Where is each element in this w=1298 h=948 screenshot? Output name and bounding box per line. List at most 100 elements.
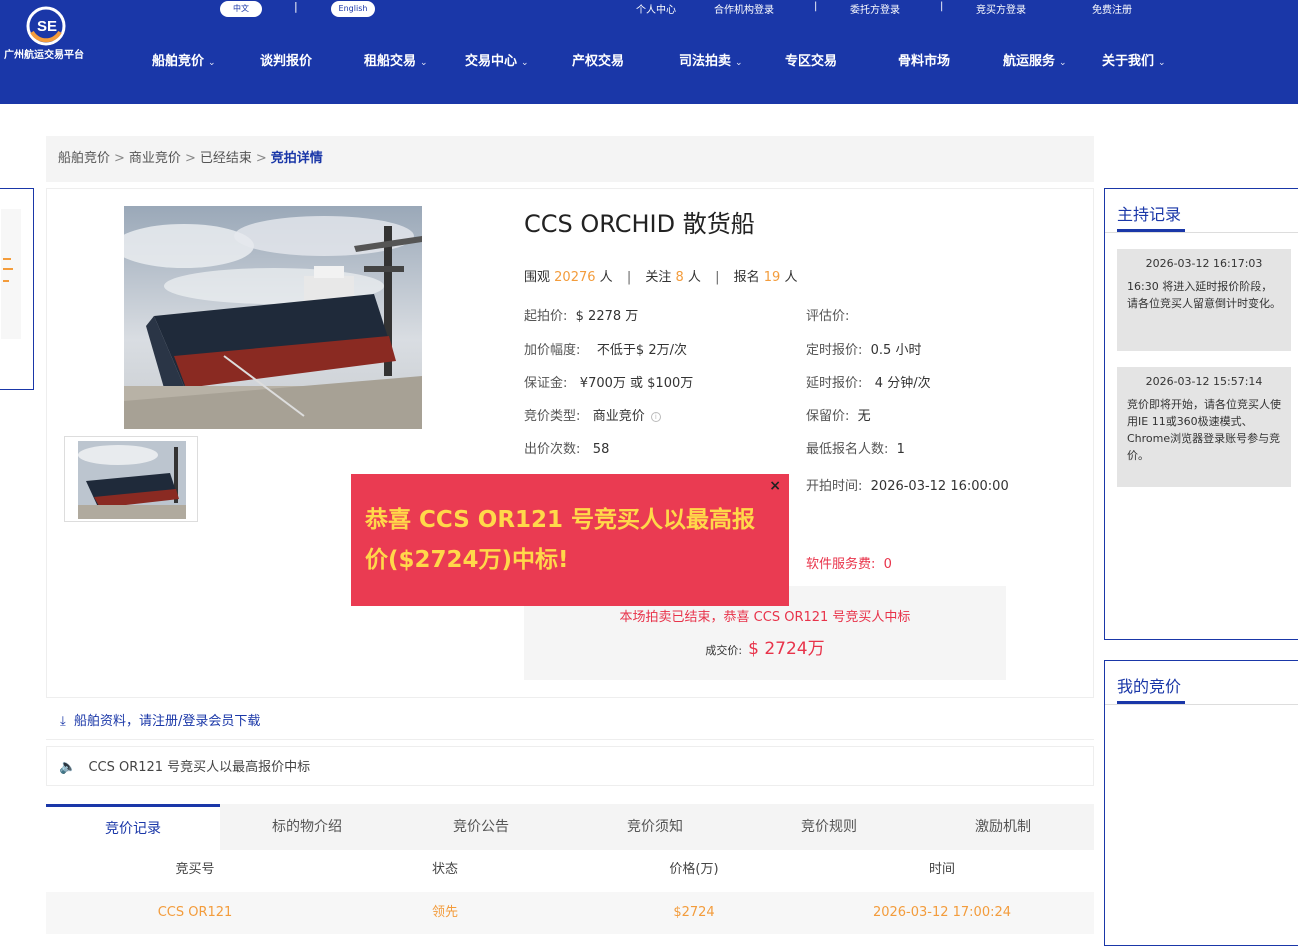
cell-time: 2026-03-12 17:00:24	[872, 905, 1012, 920]
logo[interactable]: SE 广州航运交易平台	[4, 4, 94, 62]
field-start-price: 起拍价: $ 2278 万	[524, 305, 638, 324]
lang-chinese-button[interactable]: 中文	[220, 1, 262, 17]
toplink-separator: |	[940, 1, 944, 12]
follow-label: 关注	[645, 270, 672, 285]
views-label: 围观	[524, 270, 551, 285]
nav-shipping-service[interactable]: 航运服务 ⌄	[1003, 50, 1067, 69]
field-label: 加价幅度:	[524, 343, 581, 358]
ship-docs-download[interactable]: ⤓ 船舶资料，请注册/登录会员下载	[46, 704, 1094, 740]
nav-charter[interactable]: 租船交易 ⌄	[364, 50, 428, 69]
nav-label: 关于我们	[1102, 54, 1155, 69]
result-message: 本场拍卖已结束，恭喜 CCS OR121 号竞买人中标	[619, 610, 911, 625]
field-label: 起拍价:	[524, 309, 568, 324]
info-icon[interactable]: i	[650, 411, 661, 422]
field-label: 保证金:	[524, 376, 568, 391]
top-header: SE 广州航运交易平台 中文 | English 个人中心 合作机构登录 | 委…	[0, 0, 1298, 104]
field-delay-bid: 延时报价: 4 分钟/次	[806, 372, 931, 391]
field-label: 出价次数:	[524, 442, 581, 457]
breadcrumb-sep: >	[255, 151, 267, 166]
cell-bidder-no: CCS OR121	[157, 905, 233, 920]
breadcrumb-ended[interactable]: 已经结束	[200, 151, 252, 166]
breadcrumb-commercial[interactable]: 商业竞价	[129, 151, 181, 166]
field-value: $ 2278 万	[575, 309, 639, 324]
nav-label: 司法拍卖	[679, 54, 732, 69]
views-count: 20276	[554, 270, 596, 285]
toplink-consignor-login[interactable]: 委托方登录	[850, 1, 900, 16]
field-start-time: 开拍时间: 2026-03-12 16:00:00	[806, 475, 1009, 494]
toplink-register[interactable]: 免费注册	[1092, 1, 1132, 16]
field-label: 最低报名人数:	[806, 442, 889, 457]
my-bid-title: 我的竞价	[1117, 677, 1182, 696]
deal-price-value: $ 2724万	[748, 639, 825, 659]
tab-bid-rules[interactable]: 竞价规则	[742, 804, 916, 850]
close-icon[interactable]: ×	[769, 478, 781, 494]
tab-incentives[interactable]: 激励机制	[916, 804, 1090, 850]
auction-stats: 围观 20276 人 | 关注 8 人 | 报名 19 人	[524, 266, 797, 285]
lang-english-button[interactable]: English	[331, 1, 375, 17]
ship-main-photo[interactable]	[124, 206, 422, 429]
chevron-down-icon: ⌄	[521, 58, 529, 68]
cell-price: $2724	[673, 905, 715, 920]
stats-sep: |	[715, 270, 720, 285]
download-icon: ⤓	[60, 714, 66, 729]
col-status: 状态	[431, 862, 458, 877]
announcement-bar: 🔈 CCS OR121 号竞买人以最高报价中标	[46, 746, 1094, 786]
chevron-down-icon: ⌄	[735, 58, 743, 68]
ship-thumbnail[interactable]	[64, 436, 198, 522]
host-message-time: 2026-03-12 15:57:14	[1145, 375, 1263, 388]
nav-label: 租船交易	[364, 54, 417, 69]
win-popup-message: 恭喜 CCS OR121 号竞买人以最高报价($2724万)中标!	[365, 507, 756, 573]
toplink-personal-center[interactable]: 个人中心	[636, 1, 676, 16]
nav-aggregate[interactable]: 骨料市场	[898, 50, 950, 69]
nav-trade-center[interactable]: 交易中心 ⌄	[465, 50, 529, 69]
breadcrumb-current: 竞拍详情	[270, 151, 323, 166]
field-label: 开拍时间:	[806, 479, 863, 494]
deal-price-label: 成交价:	[705, 644, 743, 657]
announcement-text: CCS OR121 号竞买人以最高报价中标	[88, 760, 311, 775]
nav-property[interactable]: 产权交易	[572, 50, 624, 69]
logo-text: 广州航运交易平台	[4, 50, 84, 61]
tab-bid-records[interactable]: 竞价记录	[46, 804, 220, 850]
nav-about[interactable]: 关于我们 ⌄	[1102, 50, 1166, 69]
follow-count: 8	[675, 270, 684, 285]
field-value: 商业竞价	[592, 409, 645, 424]
bid-table-header: 竞买号 状态 价格(万) 时间	[46, 852, 1094, 888]
ship-thumbnail-image	[78, 441, 186, 519]
field-value: 2026-03-12 16:00:00	[870, 479, 1009, 494]
field-value: 1	[896, 442, 905, 457]
field-timed-bid: 定时报价: 0.5 小时	[806, 339, 921, 358]
toplink-bidder-login[interactable]: 竞买方登录	[976, 1, 1026, 16]
signup-unit: 人	[784, 270, 798, 285]
nav-negotiation[interactable]: 谈判报价	[260, 50, 312, 69]
nav-label: 专区交易	[785, 54, 838, 69]
stats-sep: |	[626, 270, 632, 285]
host-message-time: 2026-03-12 16:17:03	[1145, 257, 1263, 270]
host-message-text: 16:30 将进入延时报价阶段，请各位竞买人留意倒计时变化。	[1127, 280, 1281, 310]
toplink-partner-login[interactable]: 合作机构登录	[714, 1, 774, 16]
chevron-down-icon: ⌄	[1158, 58, 1166, 68]
chevron-down-icon: ⌄	[208, 58, 216, 68]
tab-item-intro[interactable]: 标的物介绍	[220, 804, 394, 850]
field-bid-count: 出价次数: 58	[524, 438, 609, 457]
breadcrumb-ship-bidding[interactable]: 船舶竞价	[58, 151, 110, 166]
signup-count: 19	[763, 270, 781, 285]
tab-bid-announcement[interactable]: 竞价公告	[394, 804, 568, 850]
col-time: 时间	[928, 862, 955, 877]
breadcrumb: 船舶竞价 > 商业竞价 > 已经结束 > 竞拍详情	[46, 136, 1094, 182]
col-price: 价格(万)	[669, 862, 719, 877]
cell-status: 领先	[431, 905, 458, 920]
deal-price: 成交价: $ 2724万	[524, 634, 1006, 659]
nav-judicial[interactable]: 司法拍卖 ⌄	[679, 50, 743, 69]
speaker-icon: 🔈	[59, 759, 77, 775]
service-fee: 软件服务费: 0	[806, 553, 892, 572]
left-floating-panel[interactable]	[0, 188, 34, 390]
host-record-panel: 主持记录 2026-03-12 16:17:03 16:30 将进入延时报价阶段…	[1104, 188, 1298, 640]
nav-zone[interactable]: 专区交易	[785, 50, 837, 69]
divider	[1105, 704, 1298, 705]
host-message: 2026-03-12 15:57:14 竞价即将开始，请各位竞买人使用IE 11…	[1117, 367, 1291, 487]
tab-bid-notice[interactable]: 竞价须知	[568, 804, 742, 850]
field-min-signup: 最低报名人数: 1	[806, 438, 905, 457]
host-record-title: 主持记录	[1117, 205, 1182, 224]
nav-ship-bidding[interactable]: 船舶竞价 ⌄	[152, 50, 216, 69]
field-reserve: 保留价: 无	[806, 405, 871, 424]
